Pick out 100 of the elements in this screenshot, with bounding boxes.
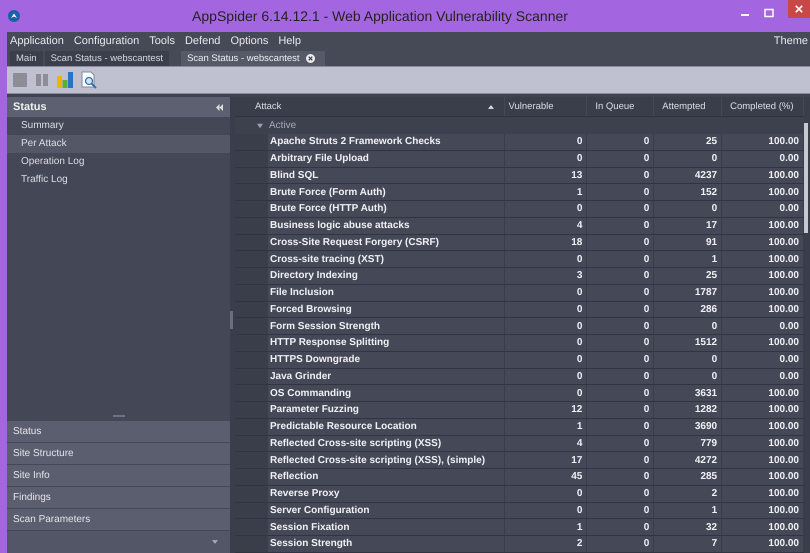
table-cell: 100.00 [722, 519, 804, 535]
sidebar-item[interactable]: Operation Log [7, 153, 230, 171]
scrollbar-thumb[interactable] [804, 123, 808, 233]
close-icon [795, 5, 803, 13]
table-cell: 2 [504, 536, 588, 552]
menu-item[interactable]: Application [10, 35, 64, 47]
column-header[interactable]: Vulnerable [504, 97, 588, 116]
sort-icon[interactable] [488, 104, 494, 108]
close-icon[interactable] [306, 54, 315, 63]
table-cell: 1 [504, 184, 588, 200]
tab[interactable]: Scan Status - webscantest [181, 51, 325, 66]
table-cell: 0 [504, 251, 588, 267]
table-cell: 286 [654, 302, 722, 318]
menu-item[interactable]: Tools [149, 35, 175, 47]
table-cell: 152 [654, 184, 722, 200]
table-cell: 17 [504, 452, 588, 468]
table-cell: 0 [504, 486, 588, 502]
table-cell: 4 [504, 218, 588, 234]
sidebar-item[interactable]: Summary [7, 117, 230, 135]
table-cell: 25 [654, 268, 722, 284]
table-cell: Java Grinder [268, 368, 505, 384]
table-cell: 100.00 [722, 168, 804, 184]
panel-title: Status [13, 101, 47, 113]
table-cell: Directory Indexing [268, 268, 505, 284]
table-cell: 0 [587, 234, 654, 250]
table-cell: 100.00 [722, 302, 804, 318]
table-cell: 4272 [654, 452, 722, 468]
menu-item[interactable]: Help [278, 35, 301, 47]
caret-icon[interactable] [212, 540, 218, 544]
column-header[interactable]: Attempted [654, 97, 722, 116]
table-cell: Brute Force (HTTP Auth) [268, 201, 505, 217]
close-button[interactable] [788, 0, 810, 18]
expand-icon[interactable] [257, 122, 263, 128]
table-cell: 100.00 [722, 418, 804, 434]
table-cell: 0 [504, 335, 588, 351]
table-cell: 100.00 [722, 218, 804, 234]
table-cell: OS Commanding [268, 385, 505, 401]
splitter-handle[interactable] [112, 415, 124, 417]
table-cell: 17 [654, 218, 722, 234]
navigation-section[interactable]: Findings [7, 486, 230, 508]
table-cell: 0 [504, 302, 588, 318]
column-header[interactable]: Attack [235, 97, 504, 116]
table-cell: 13 [504, 168, 588, 184]
column-header[interactable]: In Queue [587, 97, 654, 116]
table-cell: 0 [587, 284, 654, 300]
table-cell: 100.00 [722, 184, 804, 200]
table-cell: 18 [504, 234, 588, 250]
table-cell: 100.00 [722, 335, 804, 351]
table-cell: 0 [504, 150, 588, 166]
table-cell: 0 [504, 502, 588, 518]
menu-item[interactable]: Defend [184, 35, 220, 47]
table-cell: 0 [504, 134, 588, 150]
table-cell: 0 [587, 536, 654, 552]
table-cell: 45 [504, 469, 588, 485]
navigation-section[interactable]: Status [7, 420, 230, 442]
table-cell: 0 [587, 168, 654, 184]
table-cell: 0 [587, 184, 654, 200]
maximize-icon[interactable] [764, 8, 774, 18]
table-cell: 1787 [654, 284, 722, 300]
table-cell: 0.00 [722, 201, 804, 217]
table-cell: 0 [587, 302, 654, 318]
splitter-handle[interactable] [230, 311, 233, 329]
table-cell: 2 [654, 486, 722, 502]
table-cell: Form Session Strength [268, 318, 505, 334]
collapse-icon[interactable] [215, 104, 224, 110]
menu-item[interactable]: Options [230, 35, 268, 47]
bar-chart-icon[interactable] [56, 71, 74, 89]
table-cell: HTTP Response Splitting [268, 335, 505, 351]
table-cell: Blind SQL [268, 168, 505, 184]
theme-menu[interactable]: Theme [774, 35, 810, 47]
navigation-section[interactable]: Site Structure [7, 442, 230, 464]
table-cell: Session Fixation [268, 519, 505, 535]
table-cell: 0 [587, 150, 654, 166]
table-cell: Reflected Cross-site scripting (XSS), (simple) [268, 452, 505, 468]
table-cell: 0 [587, 519, 654, 535]
document-search-icon[interactable] [80, 71, 98, 89]
table-cell: Forced Browsing [268, 302, 505, 318]
navigation-section[interactable]: Site Info [7, 464, 230, 486]
table-cell: 0 [654, 368, 722, 384]
table-cell: 0 [587, 134, 654, 150]
table-cell: 91 [654, 234, 722, 250]
table-cell: Reverse Proxy [268, 486, 505, 502]
menu-item[interactable]: Configuration [74, 35, 140, 47]
table-cell: Apache Struts 2 Framework Checks [268, 134, 505, 150]
table-cell: 3 [504, 268, 588, 284]
table-cell: 1282 [654, 402, 722, 418]
table-cell: 0 [504, 368, 588, 384]
tab[interactable]: Scan Status - webscantest [44, 51, 170, 66]
table-cell: Server Configuration [268, 502, 505, 518]
navigation-section[interactable]: Scan Parameters [7, 508, 230, 530]
sidebar-item[interactable]: Per Attack [7, 135, 230, 153]
table-cell: 0.00 [722, 318, 804, 334]
table-cell: 100.00 [722, 385, 804, 401]
tab[interactable]: Main [10, 51, 43, 66]
sidebar-item[interactable]: Traffic Log [7, 171, 230, 189]
table-cell: 12 [504, 402, 588, 418]
table-cell: 0 [587, 469, 654, 485]
table-cell: 32 [654, 519, 722, 535]
logo-icon [8, 10, 20, 22]
table-cell: 100.00 [722, 134, 804, 150]
